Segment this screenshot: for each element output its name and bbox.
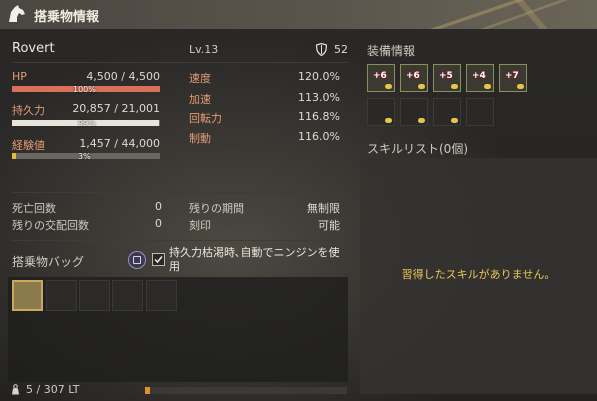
coin-icon (484, 84, 491, 89)
equipment-slot-helmet[interactable]: +4 (466, 64, 494, 92)
weight-bar (145, 387, 347, 394)
engrave-label: 刻印 (189, 219, 211, 232)
equipment-slot-stirrups[interactable]: +6 (400, 64, 428, 92)
equipment-slot-empty[interactable] (400, 98, 428, 126)
equipment-label: 装備情報 (367, 44, 416, 58)
engrave-value: 可能 (318, 219, 340, 232)
equipment-slot-empty[interactable] (466, 98, 494, 126)
bag-slot[interactable] (46, 280, 77, 311)
breeding-value: 0 (155, 217, 162, 230)
enhance-level: +7 (505, 71, 519, 81)
turning-label: 回転力 (189, 112, 222, 125)
coin-icon (418, 118, 425, 123)
braking-label: 制動 (189, 132, 211, 145)
mount-level: Lv.13 (189, 43, 219, 56)
stamina-value: 20,857 / 21,001 (72, 102, 160, 115)
bag-slot[interactable] (79, 280, 110, 311)
acceleration-label: 加速 (189, 93, 211, 106)
equipment-slot-saddle[interactable]: +6 (367, 64, 395, 92)
coin-icon (385, 118, 392, 123)
mount-name: Rovert (12, 41, 55, 56)
enhance-level: +6 (406, 71, 420, 81)
check-icon (154, 256, 163, 264)
hp-label: HP (12, 70, 27, 83)
enhance-level: +5 (439, 71, 453, 81)
title-bar[interactable]: 搭乗物情報 (0, 0, 597, 29)
divider (12, 62, 348, 63)
coin-icon (517, 84, 524, 89)
enhance-level: +4 (472, 71, 486, 81)
braking-value: 116.0% (298, 130, 340, 143)
speed-value: 120.0% (298, 70, 340, 83)
bag-slot[interactable] (112, 280, 143, 311)
breeding-label: 残りの交配回数 (12, 219, 89, 232)
divider (12, 192, 348, 193)
stamina-percent: 99% (78, 119, 96, 128)
bag-sort-button[interactable] (128, 251, 146, 269)
speed-label: 速度 (189, 72, 211, 85)
deaths-value: 0 (155, 200, 162, 213)
skill-list-header: スキルリスト(0個) (367, 142, 468, 156)
exp-percent: 3% (78, 152, 91, 161)
window-title: 搭乗物情報 (34, 10, 100, 25)
hp-percent: 100% (73, 85, 96, 94)
equipment-slot-horseshoe[interactable]: +7 (499, 64, 527, 92)
coin-icon (385, 84, 392, 89)
weight-bar-fill (145, 387, 150, 394)
period-value: 無制限 (307, 202, 340, 215)
auto-carrot-label[interactable]: 持久力枯渇時､自動でニンジンを使用 (169, 246, 341, 274)
hp-value: 4,500 / 4,500 (86, 70, 160, 83)
coin-icon (451, 118, 458, 123)
enhance-level: +6 (373, 71, 387, 81)
equipment-slot-empty[interactable] (433, 98, 461, 126)
equipment-slot-barding[interactable]: +5 (433, 64, 461, 92)
deaths-label: 死亡回数 (12, 202, 56, 215)
turning-value: 116.8% (298, 110, 340, 123)
bag-label: 搭乗物バッグ (12, 255, 85, 269)
skill-list-empty-message: 習得したスキルがありません。 (401, 268, 556, 281)
coin-icon (451, 84, 458, 89)
acceleration-value: 113.0% (298, 91, 340, 104)
square-icon (133, 256, 141, 264)
weight-text: 5 / 307 LT (26, 383, 80, 396)
bag-slot[interactable] (146, 280, 177, 311)
period-label: 残りの期間 (189, 202, 244, 215)
coin-icon (418, 84, 425, 89)
bag-slot[interactable] (12, 280, 43, 311)
title-decoration (430, 0, 568, 29)
shield-icon (316, 43, 327, 56)
auto-carrot-checkbox[interactable] (152, 253, 165, 266)
divider (12, 240, 348, 241)
exp-bar-fill (12, 153, 17, 159)
weight-icon (12, 384, 19, 395)
horse-logo-icon (9, 5, 25, 22)
defense-value: 52 (334, 43, 348, 56)
equipment-slot-empty[interactable] (367, 98, 395, 126)
exp-value: 1,457 / 44,000 (79, 137, 160, 150)
